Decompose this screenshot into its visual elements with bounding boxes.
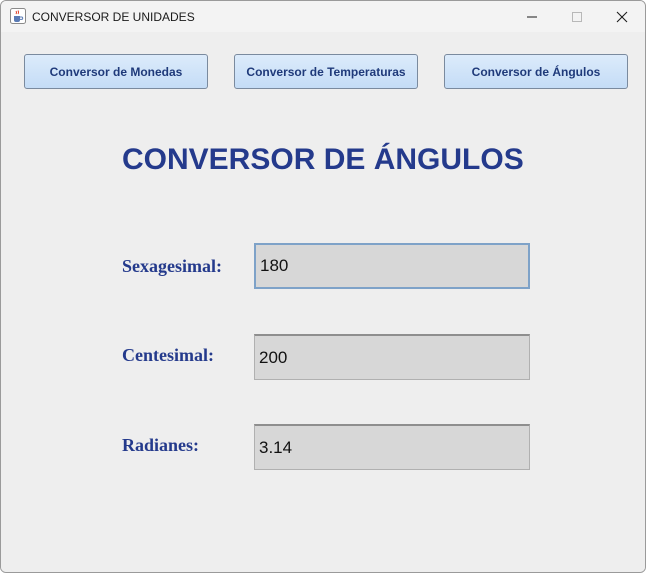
radianes-input[interactable] xyxy=(254,424,530,470)
centesimal-input[interactable] xyxy=(254,334,530,380)
angulos-button[interactable]: Conversor de Ángulos xyxy=(444,54,628,89)
minimize-icon xyxy=(527,16,537,17)
maximize-button[interactable] xyxy=(554,1,600,32)
window-title: CONVERSOR DE UNIDADES xyxy=(32,10,195,24)
radianes-label: Radianes: xyxy=(122,435,200,455)
sexagesimal-input[interactable] xyxy=(254,243,530,289)
close-icon xyxy=(616,11,628,22)
app-window: CONVERSOR DE UNIDADES Conversor de Moned… xyxy=(0,0,646,573)
maximize-icon xyxy=(572,11,582,22)
temperaturas-button[interactable]: Conversor de Temperaturas xyxy=(234,54,418,89)
close-button[interactable] xyxy=(599,1,645,32)
title-bar[interactable]: CONVERSOR DE UNIDADES xyxy=(1,1,645,32)
minimize-button[interactable] xyxy=(509,1,555,32)
main-panel: Conversor de Monedas Conversor de Temper… xyxy=(1,32,645,572)
java-cup-icon xyxy=(10,8,26,24)
sexagesimal-label: Sexagesimal: xyxy=(122,256,222,276)
monedas-button[interactable]: Conversor de Monedas xyxy=(24,54,208,89)
centesimal-label: Centesimal: xyxy=(122,345,214,365)
page-title: CONVERSOR DE ÁNGULOS xyxy=(122,143,524,176)
